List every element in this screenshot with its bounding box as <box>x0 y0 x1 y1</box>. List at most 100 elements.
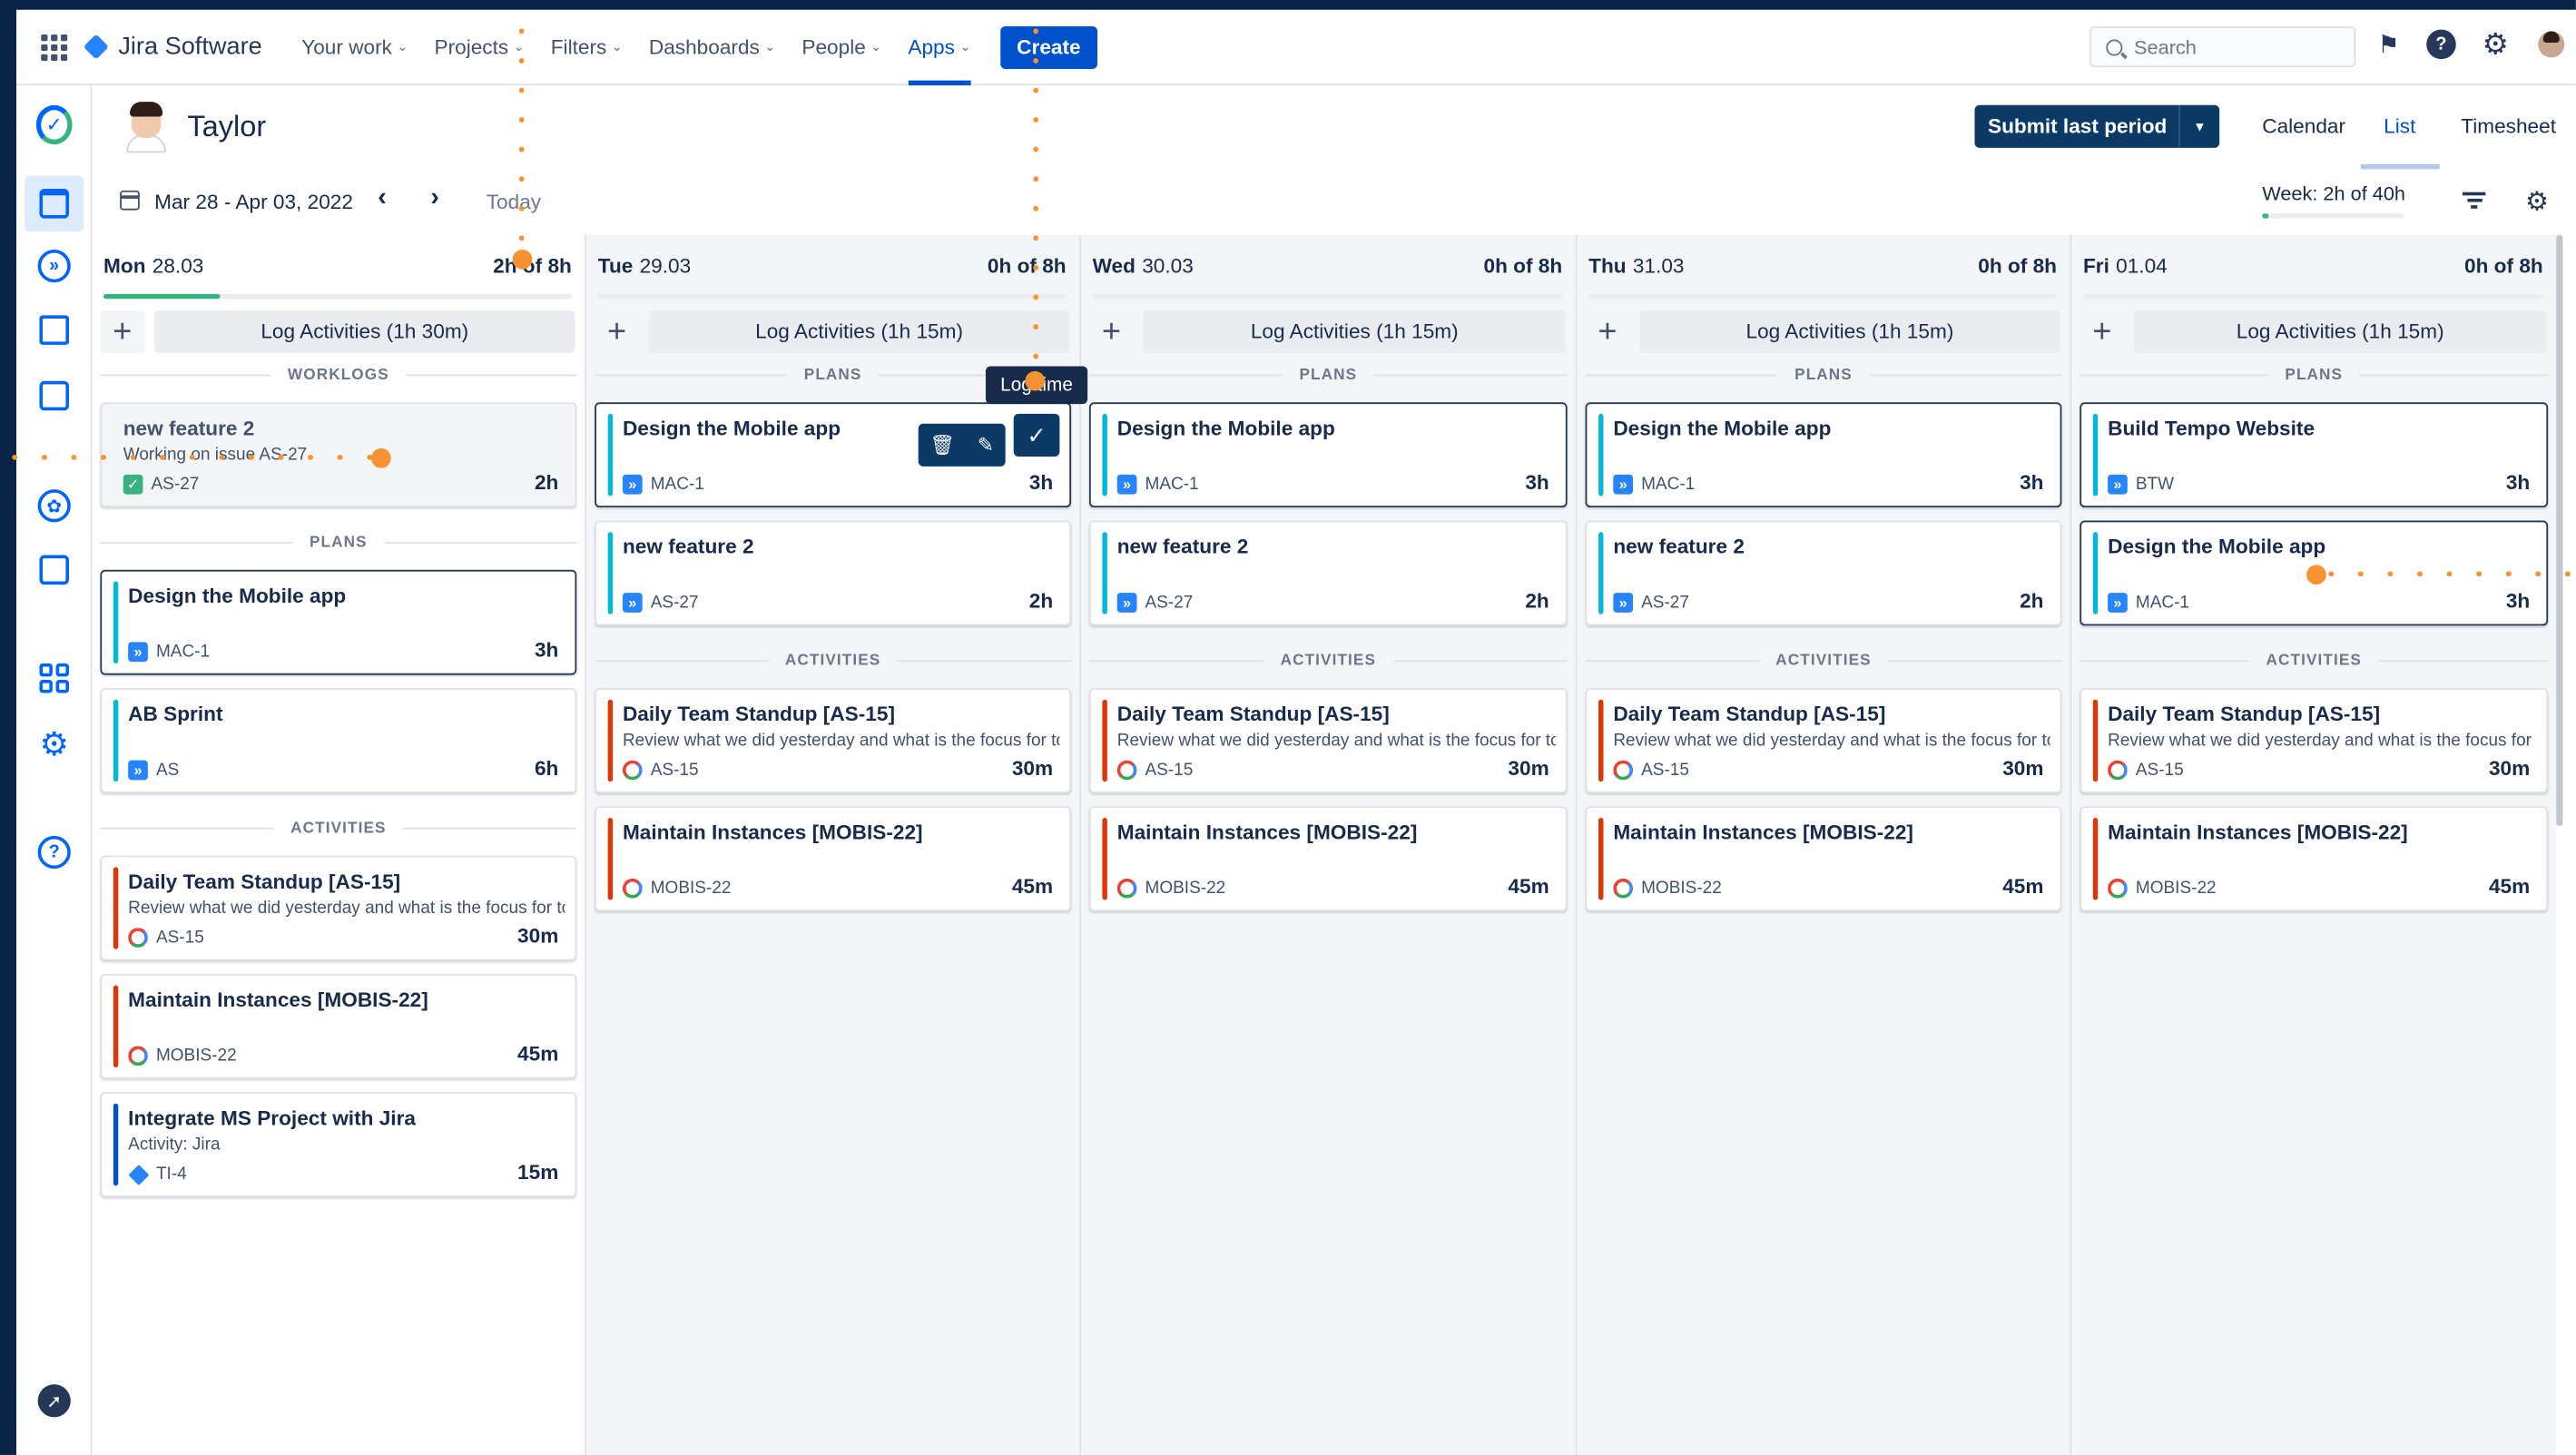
tab-calendar[interactable]: Calendar <box>2262 115 2345 138</box>
add-worklog-button[interactable]: + <box>1088 310 1134 353</box>
tab-timesheet[interactable]: Timesheet <box>2461 115 2556 138</box>
active-tab-indicator <box>2360 163 2440 170</box>
log-activities-button[interactable]: Log Activities (1h 30m) <box>154 310 575 353</box>
issue-key[interactable]: MOBIS-22 <box>1116 878 1225 899</box>
plan-card[interactable]: new feature 2 » AS-27 2h <box>1088 520 1568 626</box>
activity-card[interactable]: Daily Team Standup [AS-15] Review what we… <box>100 855 577 961</box>
nav-item-filters[interactable]: Filters ⌄ <box>551 9 623 84</box>
teams-nav-icon[interactable]: ✿ <box>36 487 73 524</box>
help-nav-icon[interactable]: ? <box>36 834 73 870</box>
settings-gear-icon[interactable]: ⚙ <box>2481 30 2511 60</box>
delete-icon[interactable]: 🗑 <box>929 434 955 457</box>
activity-card[interactable]: Daily Team Standup [AS-15] Review what we… <box>595 688 1072 793</box>
accounts-nav-icon[interactable] <box>36 552 73 588</box>
plan-card[interactable]: Build Tempo Website » BTW 3h <box>2079 402 2549 508</box>
chevron-down-icon: ⌄ <box>764 39 776 54</box>
issue-key[interactable]: » BTW <box>2108 474 2174 495</box>
nav-item-your-work[interactable]: Your work ⌄ <box>301 9 408 84</box>
log-activities-button[interactable]: Log Activities (1h 15m) <box>2134 310 2547 353</box>
issue-key[interactable]: MOBIS-22 <box>1613 878 1722 899</box>
create-button[interactable]: Create <box>1000 25 1097 69</box>
calendar-icon[interactable] <box>120 190 140 211</box>
plan-card[interactable]: AB Sprint » AS 6h <box>100 688 577 793</box>
issue-key[interactable]: » AS <box>128 760 179 781</box>
nav-item-projects[interactable]: Projects⌄ <box>434 9 524 84</box>
plan-card[interactable]: new feature 2 » AS-27 2h <box>1585 520 2062 626</box>
add-worklog-button[interactable]: + <box>595 310 640 353</box>
card-duration: 45m <box>2002 875 2044 899</box>
view-settings-icon[interactable]: ⚙ <box>2525 185 2549 218</box>
issue-key[interactable]: » MAC-1 <box>1613 474 1695 495</box>
activity-card[interactable]: Maintain Instances [MOBIS-22] MOBIS-22 45m <box>1585 806 2062 912</box>
tab-list[interactable]: List <box>2384 115 2415 138</box>
add-worklog-button[interactable]: + <box>2079 310 2125 353</box>
nav-item-dashboards[interactable]: Dashboards ⌄ <box>649 9 776 84</box>
folder-reports-icon[interactable] <box>36 312 73 349</box>
issue-key[interactable]: AS-15 <box>1116 760 1193 781</box>
activity-card[interactable]: Daily Team Standup [AS-15] Review what we… <box>1585 688 2062 793</box>
issue-key[interactable]: MOBIS-22 <box>622 878 731 899</box>
issue-key[interactable]: » MAC-1 <box>622 474 704 495</box>
log-activities-button[interactable]: Log Activities (1h 15m) <box>648 310 1070 353</box>
nav-item-apps[interactable]: Apps ⌄ <box>908 9 971 85</box>
issue-key[interactable]: AS-15 <box>1613 760 1689 781</box>
issue-key[interactable]: » MAC-1 <box>128 642 210 663</box>
add-worklog-button[interactable]: + <box>1585 310 1630 353</box>
plan-card[interactable]: new feature 2 » AS-27 2h <box>595 520 1072 626</box>
log-activities-button[interactable]: Log Activities (1h 15m) <box>1639 310 2060 353</box>
issue-key[interactable]: » MAC-1 <box>2108 593 2189 613</box>
nav-item-people[interactable]: People ⌄ <box>801 9 881 84</box>
profile-avatar[interactable] <box>2536 30 2566 60</box>
issue-key[interactable]: » AS-27 <box>622 593 699 613</box>
log-activities-button[interactable]: Log Activities (1h 15m) <box>1143 310 1566 353</box>
card-color-bar <box>2092 699 2099 782</box>
issue-key[interactable]: TI-4 <box>128 1164 187 1185</box>
submit-dropdown-icon[interactable]: ▼ <box>2180 119 2219 133</box>
activity-card[interactable]: Maintain Instances [MOBIS-22] MOBIS-22 45m <box>100 973 577 1079</box>
issue-key[interactable]: MOBIS-22 <box>128 1046 237 1067</box>
settings-nav-icon[interactable]: ⚙ <box>36 726 73 763</box>
issue-key[interactable]: AS-15 <box>2108 760 2184 781</box>
issue-key[interactable]: » AS-27 <box>1613 593 1689 613</box>
tempo-logo-icon[interactable]: ✓ <box>35 104 73 145</box>
app-switcher-icon[interactable] <box>41 34 68 61</box>
add-worklog-button[interactable]: + <box>100 310 145 353</box>
notifications-icon[interactable]: ⚑ <box>2374 30 2404 59</box>
activities-section-label: ACTIVITIES <box>100 820 576 838</box>
activity-card[interactable]: Maintain Instances [MOBIS-22] MOBIS-22 45m <box>2079 806 2549 912</box>
previous-week-icon[interactable]: ‹ <box>378 184 387 214</box>
product-logo[interactable]: Jira Software <box>83 33 262 61</box>
issue-key[interactable]: » AS-27 <box>1116 593 1193 613</box>
issue-key[interactable]: ✓ AS-27 <box>123 474 199 495</box>
calendar-nav-icon[interactable] <box>25 175 84 232</box>
activity-card[interactable]: Daily Team Standup [AS-15] Review what we… <box>2079 688 2549 793</box>
activity-card[interactable]: Daily Team Standup [AS-15] Review what we… <box>1088 688 1568 793</box>
annotation-pointer <box>1025 370 1046 391</box>
issue-key[interactable]: MOBIS-22 <box>2108 878 2217 899</box>
activity-card[interactable]: Maintain Instances [MOBIS-22] MOBIS-22 45m <box>595 806 1072 912</box>
issue-key[interactable]: AS-15 <box>622 760 699 781</box>
next-week-icon[interactable]: › <box>430 184 439 214</box>
filter-icon[interactable] <box>2463 192 2486 212</box>
help-icon[interactable]: ? <box>2426 29 2456 60</box>
plan-card[interactable]: Design the Mobile app » MAC-1 3h <box>1088 402 1568 508</box>
edit-icon[interactable]: ✎ <box>978 434 994 457</box>
chart-reports-icon[interactable] <box>36 378 73 414</box>
date-range[interactable]: Mar 28 - Apr 03, 2022 <box>154 191 353 213</box>
search-input[interactable]: Search <box>2089 25 2356 68</box>
today-button[interactable]: Today <box>487 191 541 213</box>
planning-nav-icon[interactable]: » <box>36 248 73 284</box>
issue-key[interactable]: AS-15 <box>128 928 204 948</box>
vertical-scrollbar[interactable] <box>2556 234 2563 827</box>
plan-card[interactable]: Design the Mobile app » MAC-1 3h <box>100 569 577 675</box>
submit-last-period-button[interactable]: Submit last period ▼ <box>1974 104 2220 148</box>
log-time-check-icon[interactable]: ✓ <box>1013 413 1060 457</box>
plan-card[interactable]: Design the Mobile app » MAC-1 3h <box>1585 402 2062 508</box>
activity-card[interactable]: Integrate MS Project with Jira Activity: … <box>100 1092 577 1197</box>
card-duration: 3h <box>2505 471 2531 495</box>
issue-key[interactable]: » MAC-1 <box>1116 474 1199 495</box>
apps-grid-icon[interactable] <box>36 660 73 696</box>
pin-icon[interactable]: ➚ <box>36 1382 73 1419</box>
activity-card[interactable]: Maintain Instances [MOBIS-22] MOBIS-22 45m <box>1088 806 1568 912</box>
day-label: Wed 30.03 <box>1093 254 1194 277</box>
